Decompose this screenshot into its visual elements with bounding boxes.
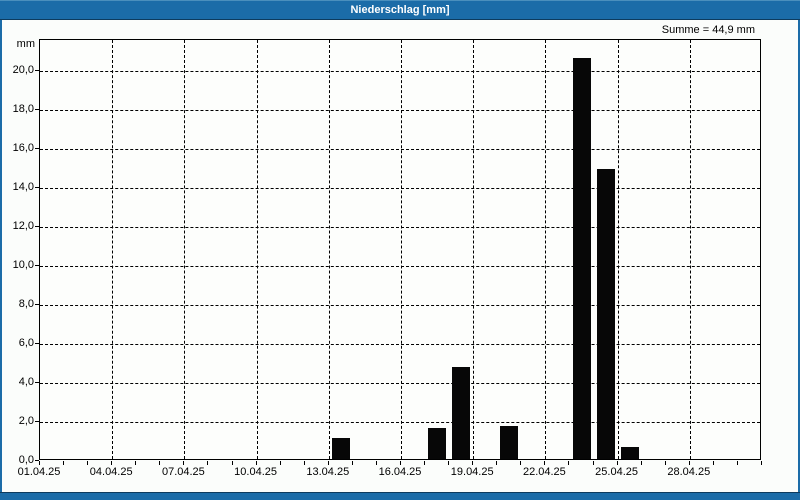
x-axis-tick	[87, 461, 89, 465]
x-tick-label: 22.04.25	[522, 466, 566, 478]
x-gridline	[112, 40, 114, 459]
x-gridline	[256, 40, 258, 459]
y-gridline	[40, 383, 760, 385]
y-axis-tick	[35, 343, 39, 345]
x-axis-tick	[472, 461, 474, 465]
y-gridline	[40, 149, 760, 151]
bottom-bar	[0, 492, 800, 500]
x-axis-tick	[520, 461, 522, 465]
x-axis-tick	[736, 461, 738, 465]
x-axis-tick	[159, 461, 161, 465]
x-gridline	[473, 40, 475, 459]
y-tick-label: 0,0	[18, 454, 34, 466]
x-axis-tick	[496, 461, 498, 465]
x-axis-tick	[761, 461, 762, 465]
x-axis-tick	[400, 461, 401, 465]
x-gridline	[617, 40, 619, 459]
x-axis-tick	[63, 461, 65, 465]
x-axis-tick	[327, 461, 329, 465]
x-tick-label: 10.04.25	[234, 466, 278, 478]
y-axis-tick	[35, 109, 39, 111]
precipitation-bar	[620, 447, 639, 459]
y-tick-label: 4,0	[18, 376, 34, 389]
y-tick-label: 16,0	[12, 142, 34, 155]
x-tick-label: 19.04.25	[450, 466, 494, 478]
plot-area	[39, 39, 761, 460]
y-axis-tick	[35, 421, 39, 423]
x-axis-tick	[592, 461, 594, 465]
x-axis-tick	[712, 461, 714, 465]
y-tick-label: 12,0	[12, 220, 34, 233]
x-axis-tick	[568, 461, 570, 465]
x-axis-tick	[207, 461, 209, 465]
y-gridline	[40, 71, 760, 73]
x-axis-tick	[351, 461, 353, 465]
y-axis-tick	[35, 226, 39, 228]
x-axis-tick	[255, 461, 257, 465]
y-axis-tick	[35, 148, 39, 150]
y-tick-label: 8,0	[18, 298, 34, 311]
precipitation-bar	[596, 168, 615, 459]
x-tick-label: 28.04.25	[667, 466, 711, 478]
y-tick-label: 20,0	[12, 64, 34, 77]
y-axis-tick	[35, 304, 39, 306]
y-tick-label: 6,0	[18, 337, 34, 350]
x-tick-label: 25.04.25	[595, 466, 639, 478]
precipitation-bar	[428, 427, 447, 459]
x-tick-label: 13.04.25	[306, 466, 350, 478]
x-axis-tick	[544, 461, 546, 465]
chart-window: Niederschlag [mm] Summe = 44,9 mm mm 0,0…	[0, 0, 800, 500]
y-axis-tick	[35, 265, 39, 267]
x-axis-tick	[616, 461, 618, 465]
y-gridline	[40, 266, 760, 268]
x-axis-tick	[111, 461, 113, 465]
x-axis-tick	[279, 461, 281, 465]
x-axis-tick	[183, 461, 185, 465]
x-axis-tick	[640, 461, 642, 465]
x-axis-tick	[688, 461, 690, 465]
window-left-border	[0, 0, 2, 500]
precipitation-bar	[452, 367, 471, 459]
x-axis-tick	[135, 461, 137, 465]
y-gridline	[40, 344, 760, 346]
x-axis-tick	[448, 461, 450, 465]
x-tick-label: 07.04.25	[161, 466, 205, 478]
y-gridline	[40, 422, 760, 424]
y-axis-unit-label: mm	[16, 38, 35, 50]
x-axis-tick	[303, 461, 305, 465]
sum-annotation: Summe = 44,9 mm	[661, 24, 755, 36]
chart-title: Niederschlag [mm]	[350, 4, 450, 16]
x-tick-label: 04.04.25	[89, 466, 133, 478]
x-tick-label: 16.04.25	[378, 466, 422, 478]
precipitation-bar	[331, 437, 350, 459]
y-tick-label: 18,0	[12, 103, 34, 116]
title-bar: Niederschlag [mm]	[0, 0, 800, 20]
y-gridline	[40, 227, 760, 229]
precipitation-bar	[500, 425, 519, 459]
y-tick-label: 14,0	[12, 181, 34, 194]
precipitation-bar	[572, 57, 591, 459]
y-axis-tick	[35, 382, 39, 384]
x-gridline	[689, 40, 691, 459]
x-axis-tick	[231, 461, 233, 465]
x-gridline	[401, 40, 402, 459]
y-tick-label: 2,0	[18, 415, 34, 428]
x-axis-tick	[664, 461, 666, 465]
y-axis-tick	[35, 70, 39, 72]
x-tick-label: 01.04.25	[17, 466, 61, 478]
y-gridline	[40, 188, 760, 190]
y-gridline	[40, 110, 760, 112]
y-axis-tick	[35, 187, 39, 189]
x-axis-tick	[424, 461, 426, 465]
x-gridline	[328, 40, 330, 459]
x-axis-tick	[39, 461, 40, 465]
y-gridline	[40, 305, 760, 307]
x-axis-tick	[375, 461, 377, 465]
x-gridline	[184, 40, 186, 459]
x-gridline	[545, 40, 547, 459]
y-tick-label: 10,0	[12, 259, 34, 272]
